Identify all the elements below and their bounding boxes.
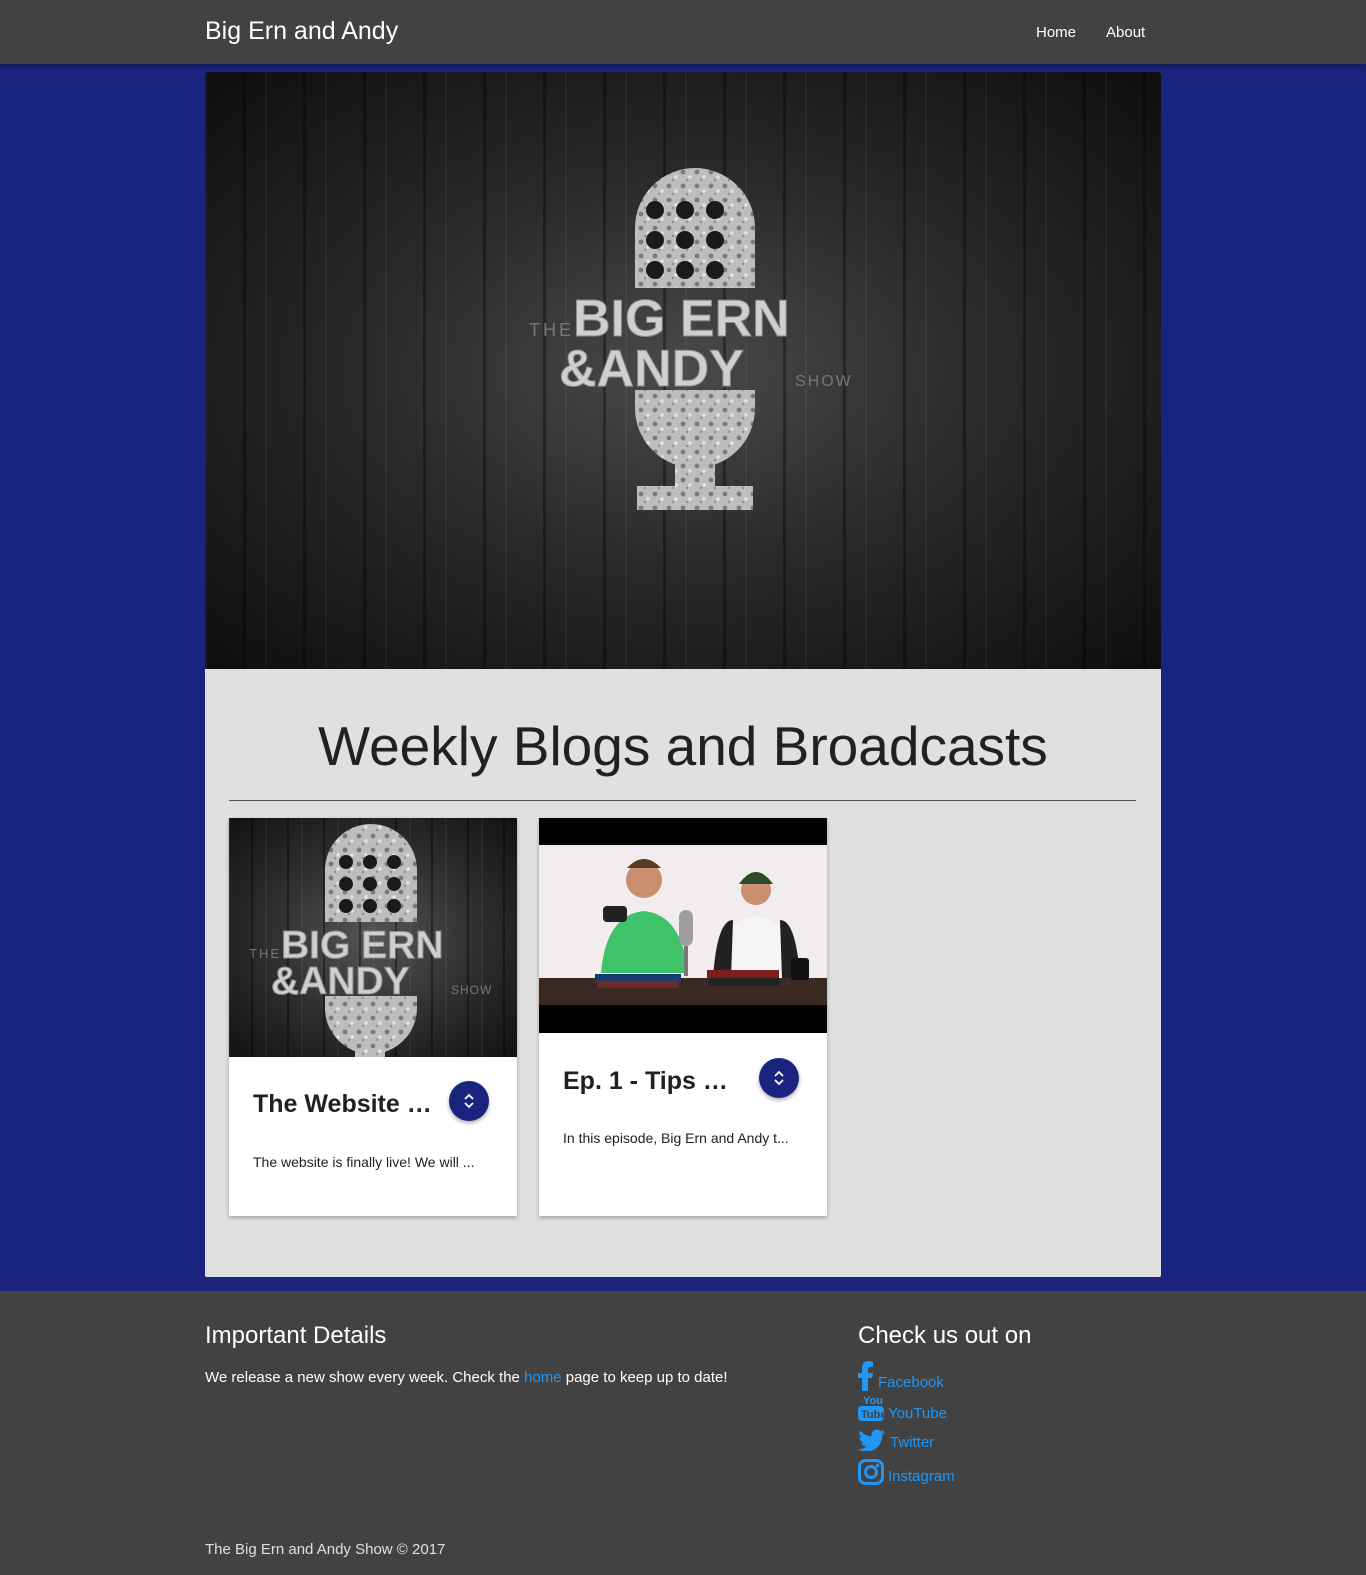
- twitter-icon: [858, 1429, 885, 1451]
- card-title[interactable]: The Website I...: [253, 1090, 433, 1119]
- youtube-label: YouTube: [888, 1405, 947, 1422]
- nav-about-link[interactable]: About: [1106, 24, 1145, 41]
- footer-details-title: Important Details: [205, 1322, 387, 1349]
- brand-link[interactable]: Big Ern and Andy: [205, 17, 398, 46]
- youtube-link[interactable]: You Tube YouTube: [858, 1392, 947, 1422]
- svg-text:You: You: [863, 1395, 883, 1407]
- card-video-thumbnail[interactable]: [539, 818, 827, 1033]
- top-navbar: Big Ern and Andy Home About: [0, 0, 1366, 64]
- page-footer: Important Details We release a new show …: [0, 1291, 1366, 1575]
- twitter-link[interactable]: Twitter: [858, 1429, 934, 1451]
- facebook-label: Facebook: [878, 1374, 944, 1391]
- card-logo-word-show: SHOW: [451, 983, 492, 997]
- instagram-link[interactable]: Instagram: [858, 1459, 955, 1485]
- card-logo-word-the: THE: [249, 946, 281, 961]
- facebook-link[interactable]: Facebook: [858, 1361, 944, 1391]
- instagram-icon: [858, 1459, 884, 1485]
- copyright-text: The Big Ern and Andy Show © 2017: [205, 1541, 446, 1558]
- expand-card-button[interactable]: [449, 1081, 489, 1121]
- card-image-logo[interactable]: THE BIG ERN &ANDY SHOW: [229, 818, 517, 1057]
- section-divider: [229, 800, 1136, 801]
- main-panel: THE BIG ERN &ANDY SHOW Weekly Blogs and …: [205, 72, 1161, 1277]
- expand-card-button[interactable]: [759, 1058, 799, 1098]
- footer-details-prefix: We release a new show every week. Check …: [205, 1369, 525, 1386]
- unfold-more-icon: [774, 1070, 784, 1086]
- twitter-label: Twitter: [890, 1434, 935, 1451]
- youtube-icon: You Tube: [858, 1395, 884, 1421]
- card-excerpt: The website is finally live! We will ...: [253, 1154, 475, 1170]
- footer-social-title: Check us out on: [858, 1322, 1032, 1349]
- blog-card[interactable]: THE BIG ERN &ANDY SHOW The Website I... …: [229, 818, 517, 1216]
- card-excerpt: In this episode, Big Ern and Andy t...: [563, 1130, 789, 1146]
- svg-text:Tube: Tube: [861, 1409, 884, 1421]
- card-logo-art: THE BIG ERN &ANDY SHOW: [249, 824, 492, 1057]
- section-title: Weekly Blogs and Broadcasts: [318, 715, 1048, 777]
- unfold-more-icon: [464, 1093, 474, 1109]
- logo-word-show: SHOW: [795, 373, 853, 390]
- card-logo-line-2: &ANDY: [271, 960, 410, 1003]
- nav-home-link[interactable]: Home: [1036, 24, 1076, 41]
- instagram-label: Instagram: [888, 1468, 955, 1485]
- card-title[interactable]: Ep. 1 - Tips Fo...: [563, 1067, 743, 1096]
- footer-details-suffix: page to keep up to date!: [561, 1369, 728, 1386]
- logo-line-2: &ANDY: [559, 340, 744, 398]
- logo-word-the: THE: [529, 320, 574, 340]
- facebook-icon: [858, 1361, 873, 1391]
- footer-details-text: We release a new show every week. Check …: [205, 1369, 728, 1386]
- footer-home-link[interactable]: home: [524, 1369, 562, 1386]
- broadcast-card[interactable]: Ep. 1 - Tips Fo... In this episode, Big …: [539, 818, 827, 1216]
- episode-still-art: [539, 845, 827, 1005]
- hero-banner: THE BIG ERN &ANDY SHOW: [205, 72, 1161, 669]
- show-logo: THE BIG ERN &ANDY SHOW: [529, 168, 853, 510]
